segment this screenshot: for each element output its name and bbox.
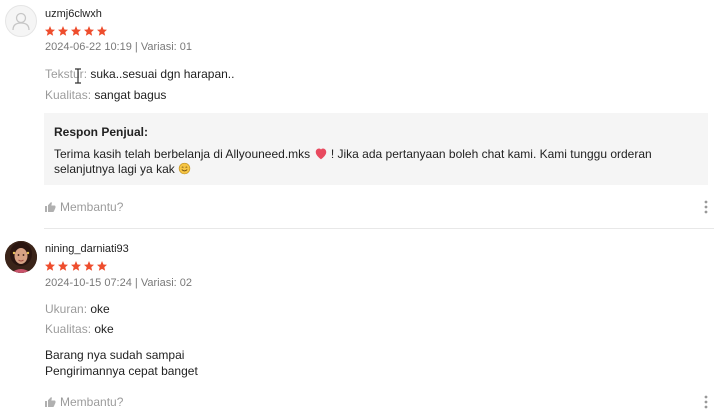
review-meta: 2024-10-15 07:24 | Variasi: 02 [45, 277, 192, 289]
star-icon [45, 26, 55, 36]
review-comment-line: Pengirimannya cepat banget [45, 364, 198, 378]
heart-icon [315, 148, 326, 160]
attribute-key: Ukuran [45, 302, 84, 316]
star-icon [84, 26, 94, 36]
helpful-label: Membantu? [60, 395, 124, 409]
helpful-button[interactable]: Membantu? [44, 395, 123, 409]
star-icon [84, 261, 94, 271]
review-item: uzmj6clwxh 2024-06-22 10:19 | Variasi: 0… [0, 0, 726, 228]
attribute-value: oke [90, 302, 110, 316]
reviewer-username: nining_darniati93 [45, 243, 129, 255]
attribute-value: oke [94, 322, 114, 336]
review-datetime: 2024-06-22 10:19 [45, 41, 132, 53]
helpful-label: Membantu? [60, 200, 124, 214]
smile-emoji-icon [178, 162, 191, 175]
attribute-key: Kualitas [45, 322, 88, 336]
star-icon [97, 26, 107, 36]
star-icon [97, 261, 107, 271]
seller-response: Respon Penjual: Terima kasih telah berbe… [44, 113, 708, 185]
review-variation: Variasi: 01 [140, 41, 192, 53]
attribute-value: sangat bagus [94, 88, 167, 102]
text-cursor-icon [75, 68, 81, 84]
seller-response-title: Respon Penjual: [54, 125, 149, 139]
star-icon [58, 26, 68, 36]
review-item: nining_darniati93 2024-10-15 07:24 | Var… [0, 229, 726, 414]
attribute-key: Kualitas [45, 88, 88, 102]
star-icon [45, 261, 55, 271]
avatar[interactable] [5, 241, 37, 273]
review-datetime: 2024-10-15 07:24 [45, 277, 132, 289]
attribute-kualitas: Kualitas: sangat bagus [45, 88, 166, 102]
review-variation: Variasi: 02 [140, 277, 192, 289]
seller-response-text: Terima kasih telah berbelanja di Allyoun… [54, 147, 698, 177]
star-icon [58, 261, 68, 271]
more-options-icon[interactable] [700, 200, 712, 214]
attribute-value: suka..sesuai dgn harapan.. [90, 67, 235, 81]
helpful-button[interactable]: Membantu? [44, 200, 123, 214]
rating-stars [44, 25, 108, 37]
default-user-icon [12, 12, 30, 31]
more-options-icon[interactable] [700, 395, 712, 409]
meta-separator: | [131, 277, 141, 289]
avatar[interactable] [5, 5, 37, 37]
user-photo [5, 241, 37, 273]
attribute-ukuran: Ukuran: oke [45, 302, 110, 316]
rating-stars [44, 260, 108, 272]
reviewer-username: uzmj6clwxh [45, 8, 102, 20]
thumbs-up-icon [45, 202, 56, 212]
review-meta: 2024-06-22 10:19 | Variasi: 01 [45, 41, 192, 53]
thumbs-up-icon [45, 397, 56, 407]
seller-response-text-part: Terima kasih telah berbelanja di Allyoun… [54, 147, 311, 161]
attribute-kualitas: Kualitas: oke [45, 322, 114, 336]
star-icon [71, 26, 81, 36]
review-comment-line: Barang nya sudah sampai [45, 348, 185, 362]
star-icon [71, 261, 81, 271]
meta-separator: | [131, 41, 141, 53]
